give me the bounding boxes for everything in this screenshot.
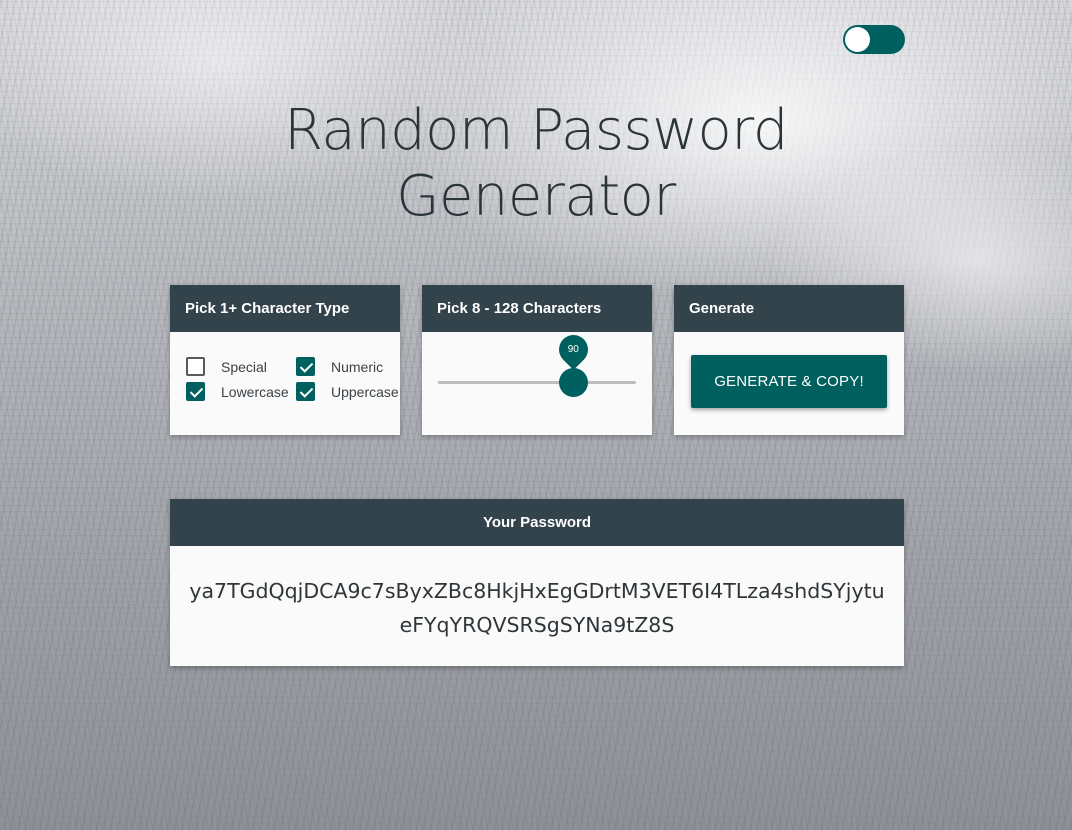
theme-toggle[interactable] bbox=[843, 25, 905, 54]
generate-header: Generate bbox=[674, 285, 904, 332]
checkbox-numeric-box[interactable] bbox=[296, 357, 315, 376]
toggle-knob bbox=[845, 27, 870, 52]
checkbox-lowercase-box[interactable] bbox=[186, 382, 205, 401]
checkbox-special-box[interactable] bbox=[186, 357, 205, 376]
checkbox-uppercase-box[interactable] bbox=[296, 382, 315, 401]
page-title: Random Password Generator bbox=[284, 98, 788, 229]
checkbox-uppercase[interactable]: Uppercase bbox=[296, 382, 399, 401]
checkbox-uppercase-label: Uppercase bbox=[331, 383, 399, 400]
checkbox-lowercase[interactable]: Lowercase bbox=[186, 382, 289, 401]
generate-card: Generate GENERATE & COPY! bbox=[674, 285, 904, 435]
character-type-header: Pick 1+ Character Type bbox=[170, 285, 400, 332]
checkbox-numeric[interactable]: Numeric bbox=[296, 357, 383, 376]
slider-value-label: 90 bbox=[567, 344, 579, 355]
length-slider[interactable]: 90 bbox=[422, 328, 652, 435]
generate-copy-button[interactable]: GENERATE & COPY! bbox=[691, 355, 887, 408]
checkbox-special-label: Special bbox=[221, 358, 267, 375]
password-card: Your Password ya7TGdQqjDCA9c7sByxZBc8Hkj… bbox=[170, 499, 904, 666]
slider-track[interactable] bbox=[438, 381, 636, 384]
checkbox-special[interactable]: Special bbox=[186, 357, 267, 376]
password-header: Your Password bbox=[170, 499, 904, 546]
checkbox-lowercase-label: Lowercase bbox=[221, 383, 289, 400]
length-card: Pick 8 - 128 Characters 90 bbox=[422, 285, 652, 435]
length-header: Pick 8 - 128 Characters bbox=[422, 285, 652, 332]
checkbox-numeric-label: Numeric bbox=[331, 358, 384, 375]
character-type-card: Pick 1+ Character Type Special Numeric L… bbox=[170, 285, 400, 435]
password-output[interactable]: ya7TGdQqjDCA9c7sByxZBc8HkjHxEgGDrtM3VET6… bbox=[170, 546, 904, 642]
slider-thumb[interactable] bbox=[558, 368, 588, 397]
